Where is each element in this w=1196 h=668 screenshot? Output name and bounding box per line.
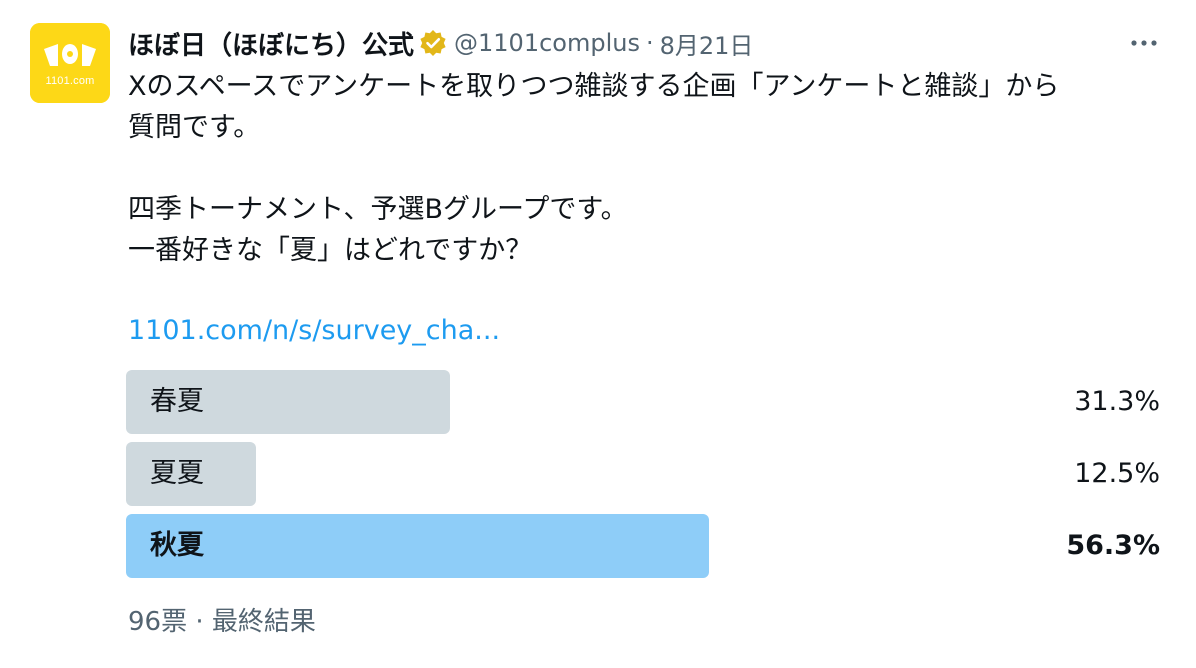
tweet-header: ほぼ日（ほぼにち）公式 @1101complus · 8月21日 [128, 24, 1166, 62]
tweet-body: Xのスペースでアンケートを取りつつ雑談する企画「アンケートと雑談」から 質問です… [128, 66, 1178, 271]
header-separator: · [645, 29, 654, 57]
tweet-text-line: 四季トーナメント、予選Bグループです。 [128, 194, 628, 225]
display-name[interactable]: ほぼ日（ほぼにち）公式 [128, 25, 414, 62]
avatar-logo-text: 1101.com [45, 75, 95, 87]
tweet-text-line: Xのスペースでアンケートを取りつつ雑談する企画「アンケートと雑談」から [128, 71, 1060, 102]
avatar[interactable]: 1101.com [30, 23, 110, 103]
user-handle[interactable]: @1101complus [454, 29, 640, 57]
poll-option-percent: 12.5% [1074, 458, 1160, 489]
poll-option-percent: 56.3% [1066, 530, 1160, 561]
poll-option[interactable]: 春夏 31.3% [126, 370, 1162, 434]
poll-option-label: 春夏 [150, 386, 204, 417]
poll-option[interactable]: 秋夏 56.3% [126, 514, 1162, 578]
more-options-button[interactable] [1126, 28, 1162, 58]
poll-footer: 96票 · 最終結果 [128, 602, 316, 642]
poll: 春夏 31.3% 夏夏 12.5% 秋夏 56.3% [126, 370, 1162, 586]
poll-status: 最終結果 [211, 607, 316, 637]
tweet-date[interactable]: 8月21日 [660, 26, 754, 61]
tweet-text-blank-line [128, 148, 1178, 189]
poll-option-label: 夏夏 [150, 458, 204, 489]
verified-badge-icon[interactable] [418, 28, 448, 58]
poll-option-label: 秋夏 [150, 530, 204, 561]
poll-result-bar [126, 514, 709, 578]
tweet-text-line: 一番好きな「夏」はどれですか？ [128, 235, 533, 266]
tweet-link[interactable]: 1101.com/n/s/survey_cha... [128, 310, 500, 351]
poll-option[interactable]: 夏夏 12.5% [126, 442, 1162, 506]
more-horizontal-icon [1131, 40, 1157, 46]
hobonichi-logo-icon [30, 23, 110, 103]
tweet-text-line: 質問です。 [128, 112, 261, 143]
poll-vote-count: 96票 [128, 607, 188, 637]
poll-footer-separator: · [195, 607, 204, 637]
poll-option-percent: 31.3% [1074, 386, 1160, 417]
